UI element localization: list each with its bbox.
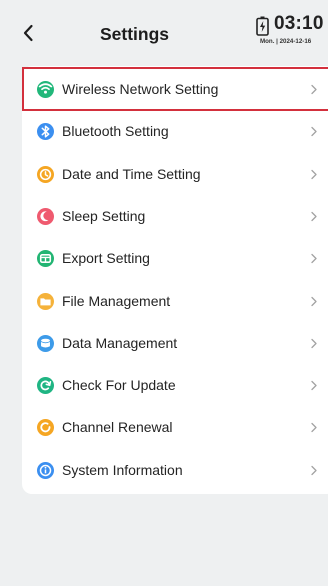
chevron-right-icon (309, 208, 319, 225)
settings-item-data-management[interactable]: Data Management (22, 323, 328, 365)
settings-item-sleep-setting[interactable]: Sleep Setting (22, 196, 328, 238)
settings-item-file-management[interactable]: File Management (22, 281, 328, 323)
chevron-right-icon (309, 462, 319, 479)
bluetooth-icon (37, 123, 54, 141)
settings-item-wireless-network-setting[interactable]: Wireless Network Setting (22, 69, 328, 111)
settings-item-label: File Management (62, 292, 171, 309)
battery-charging-icon (256, 16, 269, 36)
settings-item-channel-renewal[interactable]: Channel Renewal (22, 407, 328, 449)
settings-list: Wireless Network Setting Bluetooth Settin… (22, 66, 328, 494)
renew-icon (37, 419, 54, 437)
settings-item-label: Check For Update (62, 377, 176, 394)
settings-item-label: Wireless Network Setting (62, 81, 219, 97)
settings-item-date-and-time-setting[interactable]: Date and Time Setting (22, 154, 328, 196)
chevron-right-icon (309, 293, 319, 310)
sleep-icon (37, 207, 54, 225)
info-icon (37, 461, 54, 479)
chevron-left-icon (23, 24, 33, 42)
wifi-icon (37, 81, 54, 98)
settings-item-label: Data Management (62, 334, 178, 351)
settings-item-check-for-update[interactable]: Check For Update (22, 365, 328, 407)
settings-item-export-setting[interactable]: Export Setting (22, 238, 328, 280)
update-icon (37, 377, 54, 395)
data-icon (37, 334, 54, 352)
settings-item-label: System Information (62, 461, 183, 478)
chevron-right-icon (309, 81, 319, 98)
status-clock: 03:10 Mon. | 2024-12-16 (250, 11, 328, 51)
export-icon (37, 250, 54, 268)
page-title: Settings (100, 24, 170, 44)
chevron-right-icon (309, 335, 319, 352)
clock-time: 03:10 (274, 13, 324, 34)
clock-icon (37, 165, 54, 183)
settings-item-label: Sleep Setting (62, 207, 146, 224)
chevron-right-icon (309, 250, 319, 267)
chevron-right-icon (309, 377, 319, 394)
chevron-right-icon (309, 166, 319, 183)
settings-item-label: Channel Renewal (62, 419, 173, 436)
clock-date: Mon. | 2024-12-16 (260, 38, 312, 45)
header-bar: Settings 03:10 Mon. | 2024-12-16 (0, 0, 328, 62)
settings-item-label: Export Setting (62, 250, 150, 267)
settings-item-bluetooth-setting[interactable]: Bluetooth Setting (22, 111, 328, 153)
settings-item-system-information[interactable]: System Information (22, 450, 328, 492)
back-button[interactable] (16, 18, 40, 48)
settings-item-label: Date and Time Setting (62, 165, 201, 182)
chevron-right-icon (309, 123, 319, 140)
settings-item-label: Bluetooth Setting (62, 123, 169, 140)
chevron-right-icon (309, 419, 319, 436)
folder-icon (37, 292, 54, 310)
